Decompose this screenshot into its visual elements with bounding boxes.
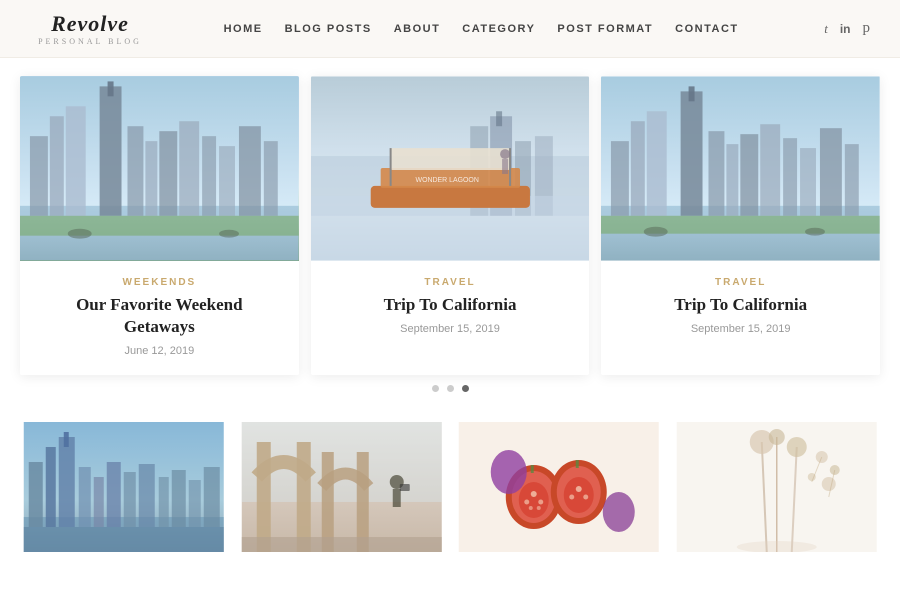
twitter-icon[interactable]: t — [824, 21, 828, 37]
card-2-category: TRAVEL — [331, 277, 570, 288]
logo-title: Revolve — [51, 11, 129, 36]
nav-post-format[interactable]: POST FORMAT — [557, 23, 653, 35]
card-3-image — [601, 76, 880, 261]
card-1-date: June 12, 2019 — [40, 345, 279, 357]
nav-category[interactable]: CATEGORY — [462, 23, 535, 35]
dot-2[interactable] — [447, 385, 454, 392]
pinterest-icon[interactable]: p — [862, 20, 870, 37]
card-1-image — [20, 76, 299, 261]
card-2-title: Trip To California — [331, 294, 570, 316]
card-2-content: TRAVEL Trip To California September 15, … — [311, 261, 590, 353]
dot-3[interactable] — [462, 385, 469, 392]
card-2-image: WONDER LAGOON — [311, 76, 590, 261]
linkedin-icon[interactable]: in — [840, 22, 851, 36]
nav-blog-posts[interactable]: BLOG POSTS — [285, 23, 372, 35]
logo-subtitle: PERSONAL BLOG — [30, 37, 150, 46]
slider-section: WEEKENDS Our Favorite Weekend Getaways J… — [0, 58, 900, 416]
grid-item-2[interactable] — [238, 422, 446, 552]
card-1-category: WEEKENDS — [40, 277, 279, 288]
grid-item-4[interactable] — [673, 422, 881, 552]
site-header: Revolve PERSONAL BLOG HOME BLOG POSTS AB… — [0, 0, 900, 58]
grid-item-3[interactable] — [455, 422, 663, 552]
card-2-date: September 15, 2019 — [331, 323, 570, 335]
logo: Revolve PERSONAL BLOG — [30, 11, 150, 46]
card-1-title: Our Favorite Weekend Getaways — [40, 294, 279, 338]
grid-item-1[interactable] — [20, 422, 228, 552]
card-3-category: TRAVEL — [621, 277, 860, 288]
card-2[interactable]: WONDER LAGOON TRAVEL Trip To California … — [311, 76, 590, 375]
card-1-content: WEEKENDS Our Favorite Weekend Getaways J… — [20, 261, 299, 375]
card-3[interactable]: TRAVEL Trip To California September 15, … — [601, 76, 880, 375]
grid-row — [20, 422, 880, 552]
slider-dots — [20, 375, 880, 406]
social-links:  t in p — [812, 20, 870, 37]
card-3-content: TRAVEL Trip To California September 15, … — [601, 261, 880, 353]
nav-about[interactable]: ABOUT — [394, 23, 441, 35]
card-1[interactable]: WEEKENDS Our Favorite Weekend Getaways J… — [20, 76, 299, 375]
main-nav: HOME BLOG POSTS ABOUT CATEGORY POST FORM… — [224, 23, 739, 35]
dot-1[interactable] — [432, 385, 439, 392]
main-content: WEEKENDS Our Favorite Weekend Getaways J… — [0, 58, 900, 552]
card-3-title: Trip To California — [621, 294, 860, 316]
svg-text:WONDER LAGOON: WONDER LAGOON — [415, 177, 478, 184]
nav-home[interactable]: HOME — [224, 23, 263, 35]
card-3-date: September 15, 2019 — [621, 323, 860, 335]
grid-section — [0, 416, 900, 552]
cards-row: WEEKENDS Our Favorite Weekend Getaways J… — [20, 76, 880, 375]
nav-contact[interactable]: CONTACT — [675, 23, 738, 35]
